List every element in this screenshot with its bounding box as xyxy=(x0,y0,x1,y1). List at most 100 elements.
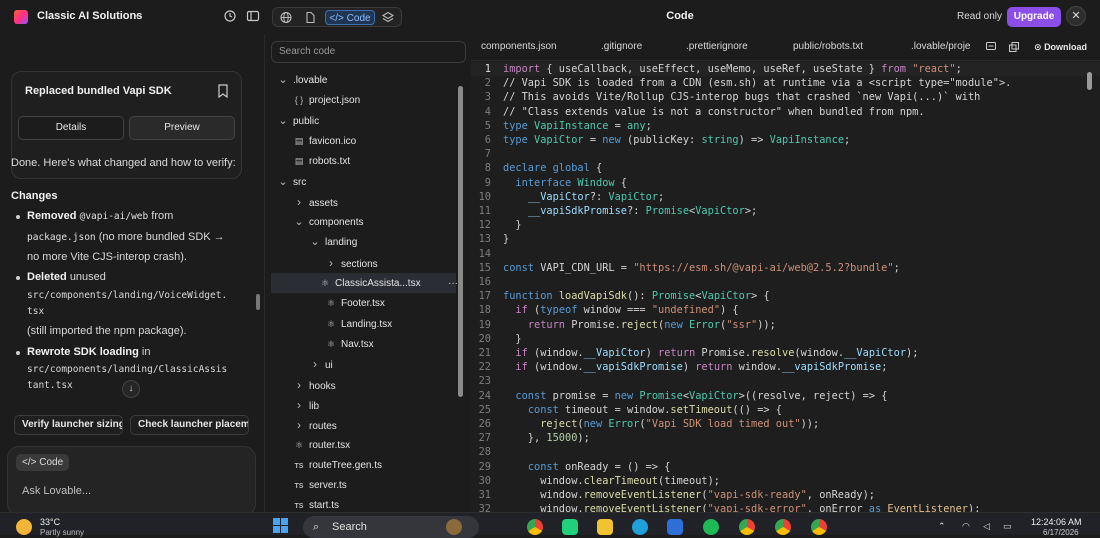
folder-closed-icon: › xyxy=(297,418,301,433)
tree-item-label: project.json xyxy=(309,95,361,107)
tree-item[interactable]: ⚛ Nav.tsx xyxy=(325,334,374,354)
tree-item[interactable]: › lib xyxy=(293,395,319,415)
app-icon[interactable] xyxy=(667,519,683,535)
folder-closed-icon: › xyxy=(329,255,333,270)
weather-icon[interactable] xyxy=(16,519,32,535)
bookmark-icon[interactable] xyxy=(217,84,229,98)
chevron-down-icon[interactable]: ⌄ xyxy=(133,9,141,20)
lovable-logo-icon[interactable] xyxy=(14,10,28,24)
bullet xyxy=(16,351,20,355)
scroll-down-icon[interactable]: ↓ xyxy=(122,380,140,398)
tab-lovable-project[interactable]: .lovable/proje xyxy=(911,41,977,52)
tree-item[interactable]: ⌄ landing xyxy=(309,232,357,252)
search-code-input[interactable]: Search code xyxy=(271,41,466,63)
tree-item[interactable]: › assets xyxy=(293,192,338,212)
code-mode-label: Code xyxy=(39,457,64,468)
tree-item[interactable]: ⌄ .lovable xyxy=(277,70,327,90)
tree-item[interactable]: { } project.json xyxy=(293,90,360,110)
tray-chevron-icon[interactable]: ⌃ xyxy=(938,521,946,532)
suggestion-verify-launcher[interactable]: Verify launcher sizing xyxy=(14,415,123,435)
chat-panel: Replaced bundled Vapi SDK Details Previe… xyxy=(0,34,264,516)
tree-item[interactable]: › sections xyxy=(325,253,378,273)
ts-file-icon: TS xyxy=(294,462,304,470)
globe-icon[interactable] xyxy=(279,10,293,25)
upgrade-button[interactable]: Upgrade xyxy=(1007,7,1061,27)
wifi-icon[interactable]: ◠ xyxy=(962,521,970,532)
volume-icon[interactable]: ◁ xyxy=(983,521,990,532)
windows-start-icon[interactable] xyxy=(273,518,289,534)
tree-item[interactable]: › ui xyxy=(309,354,333,374)
tab-code[interactable]: </> Code xyxy=(325,10,375,25)
react-file-icon: ⚛ xyxy=(326,338,336,349)
preview-button[interactable]: Preview xyxy=(129,116,235,140)
tree-item[interactable]: ⚛ Footer.tsx xyxy=(325,293,385,313)
sidebar-toggle-icon[interactable] xyxy=(246,9,260,23)
file-icon: ▤ xyxy=(294,135,304,146)
tree-item-label: ClassicAssista...tsx xyxy=(335,278,421,289)
battery-icon[interactable]: ▭ xyxy=(1003,521,1012,532)
tree-item[interactable]: TS routeTree.gen.ts xyxy=(293,456,383,476)
close-icon[interactable]: ✕ xyxy=(1066,6,1086,26)
file-icon[interactable] xyxy=(303,10,317,25)
copy-icon[interactable] xyxy=(985,41,997,53)
clock-date[interactable]: 6/17/2026 xyxy=(1043,528,1079,537)
download-label: Download xyxy=(1044,42,1088,52)
code-icon: </> xyxy=(22,457,37,468)
suggestion-check-launcher[interactable]: Check launcher placeme xyxy=(130,415,249,435)
tree-item-label: landing xyxy=(325,237,358,249)
file-explorer-icon[interactable] xyxy=(597,519,613,535)
code-area[interactable]: 1 import { useCallback, useEffect, useMem… xyxy=(471,62,1100,512)
app-window: Classic AI Solutions ⌄ </> Code Code Rea… xyxy=(0,0,1100,538)
chat-input[interactable]: Ask Lovable... xyxy=(22,485,91,497)
tab-components-json[interactable]: components.json xyxy=(481,41,557,52)
chrome-profile-icon[interactable] xyxy=(775,519,791,535)
tree-item-label: routeTree.gen.ts xyxy=(309,459,383,471)
change-item-2-note: (still imported the npm package). xyxy=(27,325,187,337)
change-item-1-line-3: no more Vite CJS-interop crash). xyxy=(27,251,187,263)
search-highlight-icon[interactable] xyxy=(446,519,462,535)
chrome-profile-icon[interactable] xyxy=(811,519,827,535)
chat-scrollbar[interactable] xyxy=(256,294,260,310)
chrome-icon[interactable] xyxy=(527,519,543,535)
code-mode-chip[interactable]: </> Code xyxy=(16,454,70,471)
clock-time[interactable]: 12:24:06 AM xyxy=(1031,517,1082,527)
details-button[interactable]: Details xyxy=(18,116,124,140)
folder-open-icon: ⌄ xyxy=(278,114,288,127)
layers-icon[interactable] xyxy=(381,10,395,25)
history-icon[interactable] xyxy=(223,9,237,23)
chrome-profile-icon[interactable] xyxy=(739,519,755,535)
editor-scrollbar[interactable] xyxy=(1087,72,1092,90)
taskbar: 33°C Partly sunny ⌕ Search ⌃ ◠ ◁ ▭ 12:24:… xyxy=(0,512,1100,538)
tree-item[interactable]: ▤ robots.txt xyxy=(293,151,350,171)
taskbar-search-label: Search xyxy=(332,521,367,533)
tree-item[interactable]: › hooks xyxy=(293,375,336,395)
tree-item[interactable]: ⚛ router.tsx xyxy=(293,435,350,455)
tree-item[interactable]: › routes xyxy=(293,415,337,435)
expand-icon[interactable] xyxy=(1008,41,1020,53)
tab-robots[interactable]: public/robots.txt xyxy=(793,41,863,52)
spotify-icon[interactable] xyxy=(703,519,719,535)
pycharm-icon[interactable] xyxy=(562,519,578,535)
tree-item[interactable]: ⌄ public xyxy=(277,111,319,131)
folder-closed-icon: › xyxy=(297,377,301,392)
react-file-icon: ⚛ xyxy=(326,318,336,329)
tab-gitignore[interactable]: .gitignore xyxy=(601,41,642,52)
more-options-icon[interactable]: ··· xyxy=(448,278,458,289)
edge-icon[interactable] xyxy=(632,519,648,535)
tree-item[interactable]: ⌄ src xyxy=(277,172,306,192)
folder-closed-icon: › xyxy=(313,357,317,372)
weather-desc[interactable]: Partly sunny xyxy=(40,528,84,537)
tab-prettierignore[interactable]: .prettierignore xyxy=(686,41,748,52)
tree-scrollbar[interactable] xyxy=(458,86,463,397)
tree-item[interactable]: ⚛ Landing.tsx xyxy=(325,314,392,334)
tree-item[interactable]: ⚛ ClassicAssista...tsx xyxy=(271,273,456,293)
weather-temp[interactable]: 33°C xyxy=(40,517,60,527)
tree-item[interactable]: ▤ favicon.ico xyxy=(293,131,357,151)
folder-open-icon: ⌄ xyxy=(310,236,320,249)
download-button[interactable]: ⊙ Download xyxy=(1034,42,1087,53)
tree-item-label: lib xyxy=(309,400,320,412)
project-name[interactable]: Classic AI Solutions xyxy=(37,10,142,22)
tree-item[interactable]: TS server.ts xyxy=(293,476,347,496)
chat-composer[interactable]: </> Code Ask Lovable... xyxy=(7,446,256,516)
tree-item[interactable]: ⌄ components xyxy=(293,212,363,232)
